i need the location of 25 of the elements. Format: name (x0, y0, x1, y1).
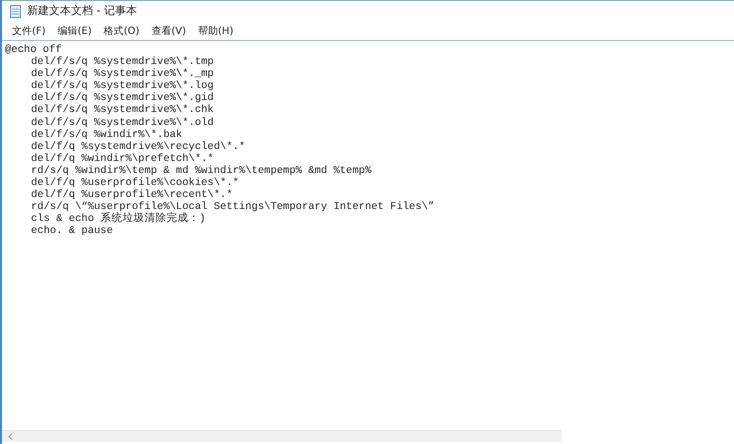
menu-item[interactable]: 帮助(H) (192, 22, 240, 40)
text-line: rd/s/q \“%userprofile%\Local Settings\Temporary Internet Files\” (31, 201, 434, 214)
menu-item[interactable]: 查看(V) (145, 22, 192, 40)
text-line: del/f/q %windir%\prefetch\*.* (31, 152, 214, 165)
menu-item[interactable]: 格式(O) (98, 22, 146, 40)
text-line: del/f/q %userprofile%\recent\*.* (31, 189, 233, 202)
text-line: del/f/s/q %systemdrive%\*.chk (31, 104, 214, 117)
text-line: del/f/s/q %systemdrive%\*.log (31, 80, 214, 92)
text-line: del/f/s/q %systemdrive%\*.tmp (31, 56, 214, 68)
text-line: del/f/s/q %systemdrive%\*.gid (31, 92, 214, 104)
text-line: del/f/s/q %windir%\*.bak (31, 128, 182, 141)
menu-item[interactable]: 编辑(E) (52, 22, 98, 40)
horizontal-scrollbar[interactable] (2, 430, 562, 442)
text-line: del/f/q %userprofile%\cookies\*.* (31, 177, 239, 190)
menu-item[interactable]: 文件(F) (6, 22, 52, 40)
text-line: echo. & pause (31, 225, 113, 238)
window-title: 新建文本文档 - 记事本 (27, 3, 137, 20)
text-line: cls & echo 系统垃圾清除完成：) (31, 213, 206, 226)
scroll-left-icon[interactable] (8, 433, 13, 440)
text-line: rd/s/q %windir%\temp & md %windir%\tempemp% &md %temp% (31, 164, 372, 177)
notepad-icon (10, 5, 21, 18)
text-line: del/f/s/q %systemdrive%\*._mp (31, 68, 214, 80)
text-line: del/f/q %systemdrive%\recycled\*.* (31, 140, 246, 153)
text-line: del/f/s/q %systemdrive%\*.old (31, 116, 214, 129)
text-line: @echo off (5, 44, 62, 56)
